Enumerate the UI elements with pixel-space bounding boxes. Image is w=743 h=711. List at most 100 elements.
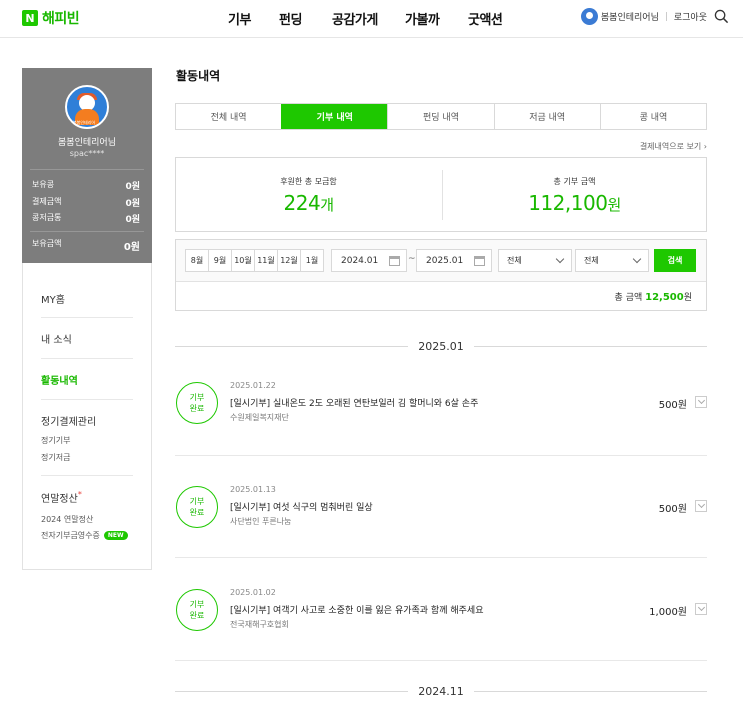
receipt-link[interactable]: 결제내역으로 보기 › <box>640 141 707 152</box>
expand-chevron-icon[interactable] <box>695 603 707 615</box>
chevron-down-icon <box>555 254 565 264</box>
happybean-logo[interactable]: N 해피빈 <box>22 8 80 28</box>
profile-avatar: 봄봄인테리어 <box>65 85 109 129</box>
user-avatar-icon[interactable] <box>580 8 598 25</box>
tab-all[interactable]: 전체 내역 <box>176 104 281 129</box>
summary-number: 112,100 <box>528 191 608 215</box>
total-unit: 원 <box>683 293 692 303</box>
row-value: 0원 <box>125 215 140 225</box>
type-select[interactable]: 전체 <box>498 249 572 272</box>
month-divider: 2025.01 <box>175 340 707 353</box>
month-button[interactable]: 9월 <box>208 249 232 272</box>
summary-label: 후원한 총 모금함 <box>280 177 337 186</box>
tab-bean[interactable]: 콩 내역 <box>599 104 706 129</box>
profile-divider <box>30 231 144 232</box>
month-button[interactable]: 8월 <box>185 249 209 272</box>
badge-text: 기부 완료 <box>189 600 205 620</box>
item-separator <box>175 557 707 558</box>
menu-year-end-label: 연말정산 <box>41 494 78 505</box>
row-value: 0원 <box>125 199 140 209</box>
donation-org: 전국재해구호협회 <box>230 620 289 629</box>
donation-date: 2025.01.22 <box>230 381 276 390</box>
item-separator <box>175 660 707 661</box>
menu-e-receipt[interactable]: 전자기부금영수증 NEW <box>41 530 128 541</box>
date-from-field[interactable]: 2024.01 <box>331 249 407 272</box>
month-label: 2024.11 <box>175 685 707 698</box>
row-label: 보유콩 <box>32 180 55 189</box>
date-from-value: 2024.01 <box>341 255 379 266</box>
menu-activity[interactable]: 활동내역 <box>41 372 78 387</box>
tab-funding[interactable]: 펀딩 내역 <box>387 104 493 129</box>
date-to-value: 2025.01 <box>426 255 464 266</box>
donation-complete-badge: 기부 완료 <box>176 589 218 631</box>
chevron-down-icon <box>632 254 642 264</box>
badge-text: 기부 완료 <box>189 497 205 517</box>
summary-value: 224개 <box>176 191 441 215</box>
status-select[interactable]: 전체 <box>575 249 649 272</box>
month-button[interactable]: 11월 <box>254 249 278 272</box>
search-icon[interactable] <box>714 9 729 24</box>
logo-text: 해피빈 <box>42 11 80 27</box>
donation-date: 2025.01.13 <box>230 485 276 494</box>
date-range-separator: ~ <box>408 254 416 264</box>
tab-saving[interactable]: 저금 내역 <box>493 104 600 129</box>
month-label-text: 2024.11 <box>408 685 474 698</box>
menu-year-end-2024[interactable]: 2024 연말정산 <box>41 514 93 525</box>
row-value: 0원 <box>123 242 140 253</box>
donation-summary: 후원한 총 모금함 224개 총 기부 금액 112,100원 <box>175 157 707 232</box>
summary-unit: 개 <box>320 196 334 214</box>
month-button[interactable]: 12월 <box>277 249 301 272</box>
donation-title[interactable]: [일시기부] 실내온도 2도 오래된 연탄보일러 김 할머니와 6살 손주 <box>230 396 478 409</box>
user-name[interactable]: 봄봄인테리어님 <box>601 10 659 23</box>
profile-row-piggybank: 콩저금통 0원 <box>32 212 140 225</box>
item-separator <box>175 455 707 456</box>
select-value: 전체 <box>507 256 522 265</box>
menu-divider <box>41 475 133 476</box>
nav-donation[interactable]: 기부 <box>228 9 251 28</box>
donation-complete-badge: 기부 완료 <box>176 486 218 528</box>
month-button[interactable]: 1월 <box>300 249 324 272</box>
menu-regular-donation[interactable]: 정기기부 <box>41 435 70 446</box>
month-button[interactable]: 10월 <box>231 249 255 272</box>
menu-year-end[interactable]: 연말정산* <box>41 490 82 505</box>
search-button[interactable]: 검색 <box>654 249 696 272</box>
menu-news[interactable]: 내 소식 <box>41 331 72 346</box>
donation-org: 사단법인 푸른나눔 <box>230 517 292 526</box>
donation-org: 수원제일복지재단 <box>230 413 289 422</box>
menu-regular-payment[interactable]: 정기결제관리 <box>41 413 96 428</box>
expand-chevron-icon[interactable] <box>695 396 707 408</box>
filter-controls: 8월 9월 10월 11월 12월 1월 2024.01 ~ 2025.01 전… <box>176 240 706 282</box>
chevron-right-icon: › <box>703 142 707 151</box>
donation-item[interactable]: 기부 완료 2025.01.13 [일시기부] 여섯 식구의 멈춰버린 일상 사… <box>175 485 707 556</box>
donation-item[interactable]: 기부 완료 2025.01.22 [일시기부] 실내온도 2도 오래된 연탄보일… <box>175 381 707 452</box>
row-label: 콩저금통 <box>32 213 62 222</box>
donation-title[interactable]: [일시기부] 여객기 사고로 소중한 이를 잃은 유가족과 함께 해주세요 <box>230 603 483 616</box>
row-label: 보유금액 <box>32 239 62 248</box>
menu-my-home[interactable]: MY홈 <box>41 291 65 306</box>
donation-item[interactable]: 기부 완료 2025.01.02 [일시기부] 여객기 사고로 소중한 이를 잃… <box>175 588 707 659</box>
donation-title[interactable]: [일시기부] 여섯 식구의 멈춰버린 일상 <box>230 500 373 513</box>
donation-amount: 500원 <box>658 400 687 411</box>
e-receipt-label: 전자기부금영수증 <box>41 531 100 540</box>
expand-chevron-icon[interactable] <box>695 500 707 512</box>
new-badge: NEW <box>103 531 128 540</box>
nav-store[interactable]: 공감가게 <box>332 9 378 28</box>
profile-row-bean: 보유콩 0원 <box>32 179 140 192</box>
row-value: 0원 <box>125 182 140 192</box>
activity-tabs: 전체 내역 기부 내역 펀딩 내역 저금 내역 콩 내역 <box>175 103 707 130</box>
menu-regular-saving[interactable]: 정기저금 <box>41 452 70 463</box>
profile-card: 봄봄인테리어 봄봄인테리어님 spac**** 보유콩 0원 결제금액 0원 콩… <box>22 68 152 263</box>
nav-visit[interactable]: 가볼까 <box>405 9 440 28</box>
nav-good-action[interactable]: 굿액션 <box>468 9 503 28</box>
side-menu: MY홈 내 소식 활동내역 정기결제관리 정기기부 정기저금 연말정산* 202… <box>22 263 152 570</box>
total-label: 총 금액 <box>614 293 643 303</box>
logout-link[interactable]: 로그아웃 <box>674 10 707 23</box>
profile-divider <box>30 169 144 170</box>
nav-funding[interactable]: 펀딩 <box>279 9 302 28</box>
global-header: N 해피빈 기부 펀딩 공감가게 가볼까 굿액션 봄봄인테리어님 로그아웃 <box>0 0 743 38</box>
tab-donation[interactable]: 기부 내역 <box>281 104 388 129</box>
date-to-field[interactable]: 2025.01 <box>416 249 492 272</box>
calendar-icon <box>389 256 400 266</box>
summary-fundraisers: 후원한 총 모금함 224개 <box>176 158 441 231</box>
profile-row-total: 보유금액 0원 <box>32 238 140 253</box>
